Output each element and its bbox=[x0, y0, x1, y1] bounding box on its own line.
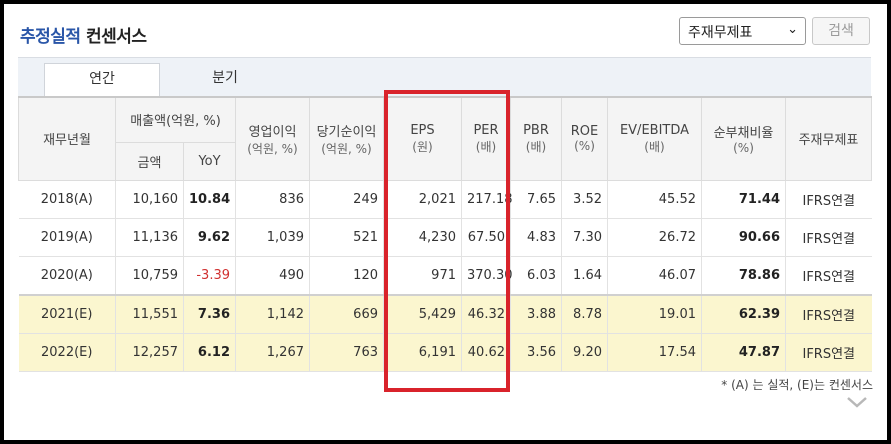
footnote: * (A) 는 실적, (E)는 컨센서스 bbox=[721, 378, 873, 392]
cell-net-income: 120 bbox=[309, 256, 384, 295]
col-net-income: 당기순이익 (억원, %) bbox=[309, 96, 384, 181]
cell-sales-yoy: 6.12 bbox=[183, 333, 236, 372]
cell-pbr: 3.56 bbox=[510, 333, 562, 372]
cell-sales-amount: 10,759 bbox=[115, 256, 184, 295]
cell-sales-amount: 12,257 bbox=[115, 333, 184, 372]
cell-sales-amount: 11,136 bbox=[115, 218, 184, 257]
col-ev-ebitda: EV/EBITDA (배) bbox=[607, 96, 702, 181]
cell-roe: 3.52 bbox=[561, 180, 608, 219]
cell-net-debt-ratio: 78.86 bbox=[701, 256, 786, 295]
cell-sales-yoy: 10.84 bbox=[183, 180, 236, 219]
tab-annual[interactable]: 연간 bbox=[44, 63, 160, 97]
col-net-debt-ratio: 순부채비율 (%) bbox=[701, 96, 786, 181]
cell-sales-yoy: -3.39 bbox=[183, 256, 236, 295]
cell-pbr: 4.83 bbox=[510, 218, 562, 257]
col-roe: ROE (%) bbox=[561, 96, 608, 181]
chevron-down-icon: ⌄ bbox=[787, 22, 798, 37]
col-period: 재무년월 bbox=[18, 96, 116, 181]
highlight-box bbox=[384, 90, 510, 392]
col-statement-type: 주재무제표 bbox=[785, 96, 872, 181]
chevron-down-icon[interactable] bbox=[842, 392, 872, 412]
cell-statement-type: IFRS연결 bbox=[785, 333, 872, 372]
cell-pbr: 6.03 bbox=[510, 256, 562, 295]
consensus-panel: 추정실적 컨센서스 주재무제표 ⌄ 검색 연간 분기 재무년월 매출액(억원, %… bbox=[4, 4, 887, 440]
cell-roe: 9.20 bbox=[561, 333, 608, 372]
cell-ev-ebitda: 45.52 bbox=[607, 180, 702, 219]
cell-period: 2019(A) bbox=[18, 218, 116, 257]
col-sales: 매출액(억원, %) bbox=[115, 96, 236, 143]
cell-period: 2021(E) bbox=[18, 293, 116, 334]
cell-op-income: 1,142 bbox=[235, 293, 310, 334]
search-button[interactable]: 검색 bbox=[812, 17, 870, 45]
cell-statement-type: IFRS연결 bbox=[785, 256, 872, 295]
cell-sales-yoy: 9.62 bbox=[183, 218, 236, 257]
cell-statement-type: IFRS연결 bbox=[785, 218, 872, 257]
cell-net-debt-ratio: 90.66 bbox=[701, 218, 786, 257]
cell-net-income: 763 bbox=[309, 333, 384, 372]
cell-net-income: 249 bbox=[309, 180, 384, 219]
cell-pbr: 3.88 bbox=[510, 293, 562, 334]
cell-net-debt-ratio: 71.44 bbox=[701, 180, 786, 219]
cell-op-income: 1,267 bbox=[235, 333, 310, 372]
cell-period: 2022(E) bbox=[18, 333, 116, 372]
cell-net-debt-ratio: 62.39 bbox=[701, 293, 786, 334]
cell-net-income: 669 bbox=[309, 293, 384, 334]
cell-period: 2018(A) bbox=[18, 180, 116, 219]
col-sales-amount: 금액 bbox=[115, 141, 184, 181]
cell-ev-ebitda: 17.54 bbox=[607, 333, 702, 372]
cell-period: 2020(A) bbox=[18, 256, 116, 295]
cell-sales-yoy: 7.36 bbox=[183, 293, 236, 334]
page-title: 추정실적 컨센서스 bbox=[20, 27, 147, 47]
cell-statement-type: IFRS연결 bbox=[785, 293, 872, 334]
cell-op-income: 836 bbox=[235, 180, 310, 219]
cell-roe: 7.30 bbox=[561, 218, 608, 257]
tab-quarterly[interactable]: 분기 bbox=[160, 63, 290, 97]
cell-op-income: 490 bbox=[235, 256, 310, 295]
cell-ev-ebitda: 19.01 bbox=[607, 293, 702, 334]
cell-net-income: 521 bbox=[309, 218, 384, 257]
cell-roe: 8.78 bbox=[561, 293, 608, 334]
cell-statement-type: IFRS연결 bbox=[785, 180, 872, 219]
cell-sales-amount: 10,160 bbox=[115, 180, 184, 219]
cell-ev-ebitda: 46.07 bbox=[607, 256, 702, 295]
cell-op-income: 1,039 bbox=[235, 218, 310, 257]
cell-net-debt-ratio: 47.87 bbox=[701, 333, 786, 372]
col-pbr: PBR (배) bbox=[510, 96, 562, 181]
statement-type-select[interactable]: 주재무제표 ⌄ bbox=[679, 17, 806, 45]
cell-ev-ebitda: 26.72 bbox=[607, 218, 702, 257]
cell-roe: 1.64 bbox=[561, 256, 608, 295]
col-sales-yoy: YoY bbox=[183, 141, 236, 181]
cell-pbr: 7.65 bbox=[510, 180, 562, 219]
col-op-income: 영업이익 (억원, %) bbox=[235, 96, 310, 181]
cell-sales-amount: 11,551 bbox=[115, 293, 184, 334]
